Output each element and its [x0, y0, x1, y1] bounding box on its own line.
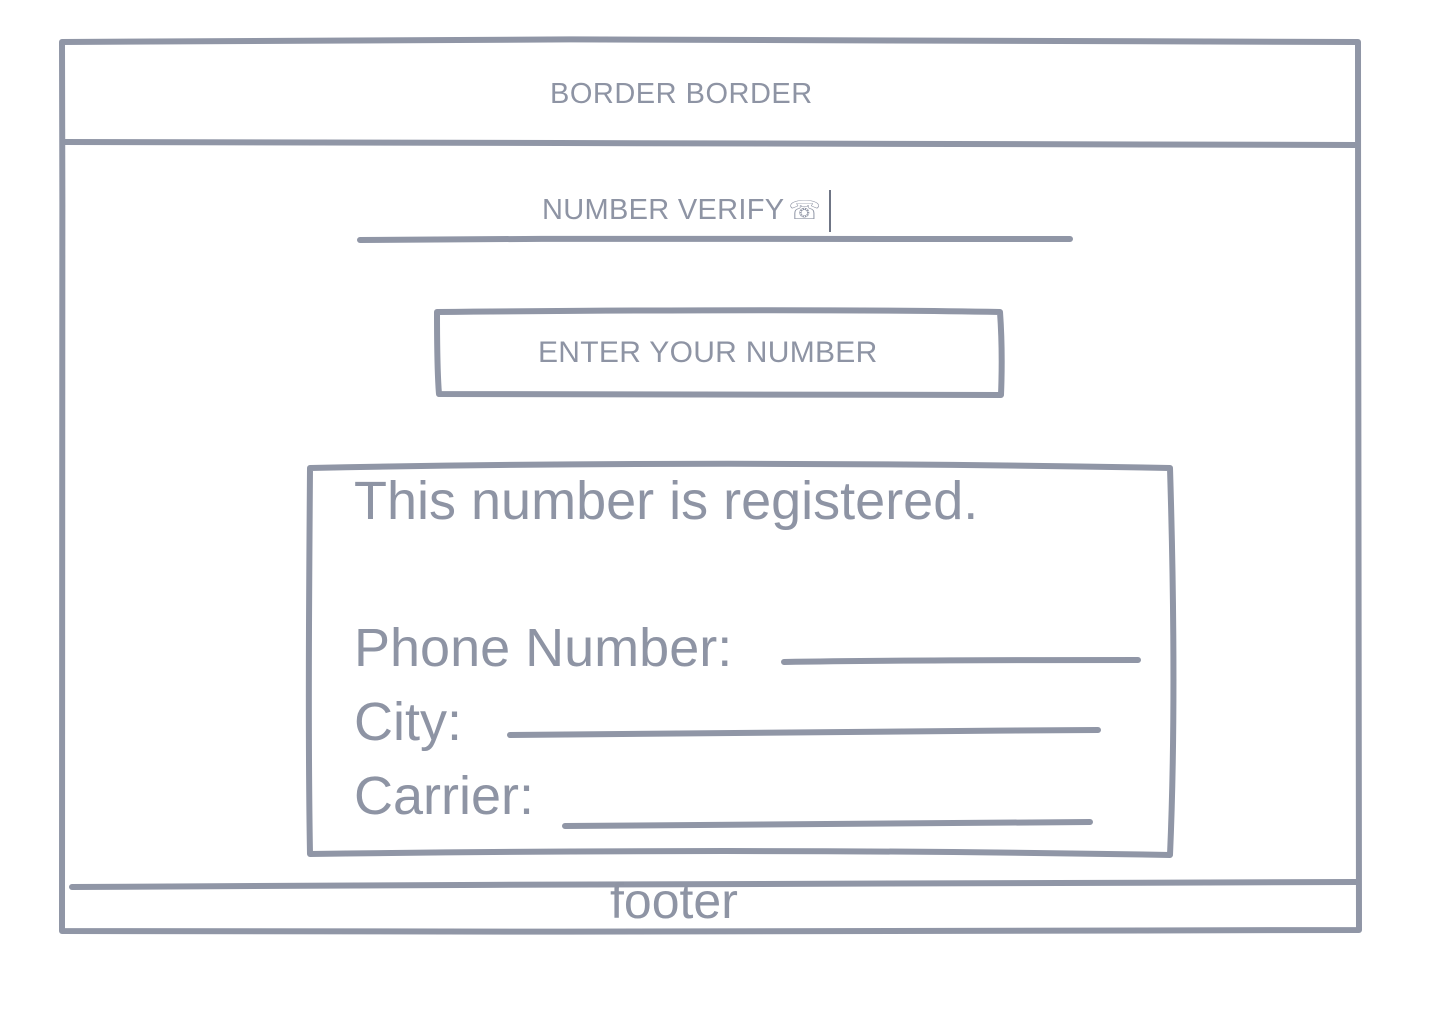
phone-number-label: Phone Number: [354, 618, 733, 678]
verify-underline [357, 235, 1073, 243]
enter-your-number-button[interactable]: ENTER YOUR NUMBER [438, 312, 1000, 394]
header-divider [61, 139, 1360, 148]
header-title: BORDER BORDER [550, 78, 813, 110]
footer-text: footer [610, 873, 738, 929]
city-label: City: [354, 692, 462, 752]
telephone-icon: ☏ [788, 195, 822, 225]
phone-number-underline [781, 657, 1141, 665]
carrier-underline [562, 819, 1093, 829]
text-caret [829, 190, 831, 232]
registration-status-message: This number is registered. [354, 471, 979, 531]
wireframe-page: BORDER BORDER NUMBER VERIFY ☏ ENTER YOUR … [0, 0, 1448, 1012]
enter-your-number-label: ENTER YOUR NUMBER [538, 336, 878, 369]
city-underline [507, 727, 1101, 738]
number-verify-field[interactable]: NUMBER VERIFY ☏ [542, 196, 821, 225]
carrier-label: Carrier: [354, 766, 535, 826]
number-verify-label: NUMBER VERIFY [542, 194, 785, 226]
